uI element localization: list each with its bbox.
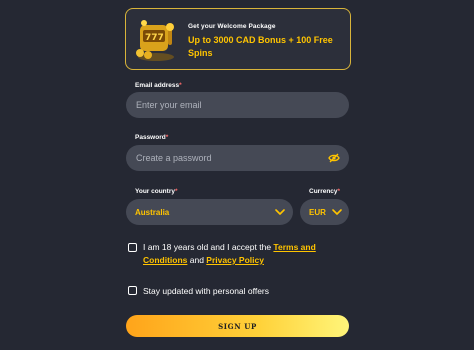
password-label: Password* [135,134,168,141]
password-field[interactable]: Create a password [126,145,349,171]
age-consent-text: I am 18 years old and I accept the Terms… [143,241,343,267]
newsletter-checkbox[interactable] [128,286,137,295]
country-select[interactable]: Australia [126,199,293,225]
svg-text:777: 777 [145,33,164,43]
country-label: Your country* [135,188,178,195]
sign-up-button[interactable]: SIGN UP [126,315,349,337]
password-label-text: Password [135,134,166,141]
age-consent-between: and [187,255,207,265]
password-placeholder: Create a password [136,153,212,163]
promo-subtitle: Get your Welcome Package [188,23,276,30]
required-mark: * [179,82,182,89]
country-value: Australia [135,207,170,217]
email-field[interactable]: Enter your email [126,92,349,118]
required-mark: * [165,134,169,141]
chevron-down-icon [275,209,285,215]
sign-up-label: SIGN UP [218,321,257,331]
chevron-down-icon [332,209,342,215]
age-consent-prefix: I am 18 years old and I accept the [143,242,274,252]
privacy-link[interactable]: Privacy Policy [206,255,264,265]
currency-label-text: Currency [309,188,338,195]
slot-machine-icon: 777 [136,20,174,61]
age-consent-checkbox[interactable] [128,243,137,252]
currency-label: Currency* [309,188,340,195]
email-placeholder: Enter your email [136,100,202,110]
currency-value: EUR [309,207,326,217]
currency-select[interactable]: EUR [300,199,349,225]
required-mark: * [337,188,341,195]
newsletter-text: Stay updated with personal offers [143,286,270,296]
promo-title: Up to 3000 CAD Bonus + 100 Free Spins [188,35,333,58]
required-mark: * [174,188,178,195]
email-label-text: Email address [135,82,180,89]
country-label-text: Your country [135,188,175,195]
email-label: Email address* [135,82,182,89]
welcome-package-banner: 777 Get your Welcome Package Up to 3000 … [125,8,351,70]
eye-slash-icon[interactable] [328,153,340,163]
